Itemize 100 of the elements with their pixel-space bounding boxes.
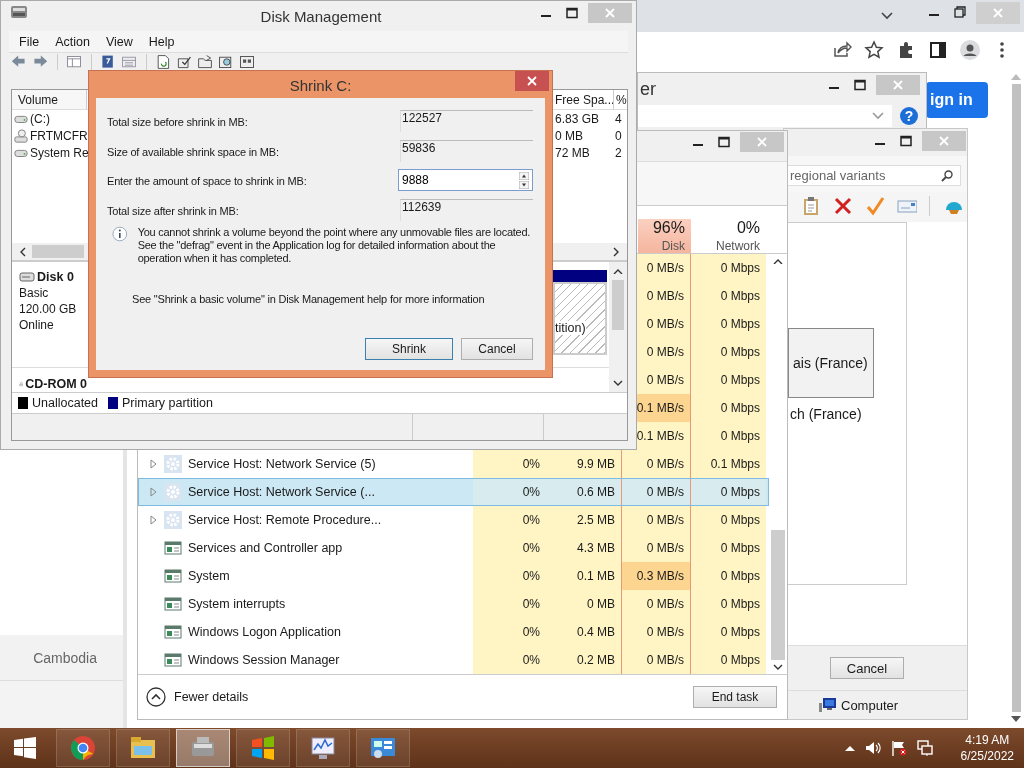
taskbar-button[interactable] [116,729,170,767]
percent-cell-text: 4 [614,110,623,127]
process-row[interactable]: Windows Session Manager 0% 0.2 MB 0 MB/s 0 Mbps [138,646,769,674]
disk-name: CD-ROM 0 [25,377,87,391]
memory-cell: 2.5 MB [546,506,621,534]
tab-search-button[interactable] [881,12,893,20]
scroll-up-icon[interactable] [773,258,783,264]
maximize-icon [566,7,578,19]
scroll-down-icon[interactable] [773,664,783,670]
help-note: See "Shrink a basic volume" in Disk Management help for more information [132,293,486,305]
flag-icon[interactable] [890,740,907,756]
taskbar-button[interactable] [236,729,290,767]
country-row[interactable]: Cambodia [0,635,123,680]
taskbar-button[interactable] [56,729,110,767]
scroll-down-icon[interactable] [1011,716,1021,722]
cpu-cell: 0% [473,618,546,646]
dialog-title: Shrink C: [289,76,352,94]
dialog-button[interactable]: Shrink [365,338,453,360]
window-icon [164,624,182,640]
scroll-left-icon[interactable] [20,246,26,257]
cpu-cell: 0% [473,506,546,534]
memory-cell: 0 MB [546,590,621,618]
refresh-page-icon[interactable] [146,53,171,70]
process-row[interactable]: System 0% 0.1 MB 0.3 MB/s 0 Mbps [138,562,769,590]
process-row[interactable]: System interrupts 0% 0 MB 0 MB/s 0 Mbps [138,590,769,618]
browser-icon [69,734,97,762]
column-header[interactable]: % [614,90,628,109]
scroll-up-icon[interactable] [613,268,623,274]
process-row[interactable]: Service Host: Network Service (... 0% 0.6 MB 0 MB/s 0 Mbps [138,478,769,506]
caret-icon[interactable] [844,745,855,751]
taskbar-button[interactable] [296,729,350,767]
process-row[interactable]: Windows Logon Application 0% 0.4 MB 0 MB/s 0 Mbps [138,618,769,646]
cancel-button[interactable]: Cancel [830,657,904,679]
taskbar-button[interactable] [356,729,410,767]
star-icon[interactable] [864,40,884,60]
help-book-icon[interactable] [91,53,116,70]
grid-page-icon[interactable] [239,53,255,70]
expand-icon[interactable] [148,515,158,525]
memory-cell: 0.6 MB [546,478,621,506]
scroll-down-icon[interactable] [613,380,623,386]
sign-in-button[interactable]: ign in [926,82,988,118]
menu-item[interactable]: Help [148,34,175,49]
process-name: Windows Session Manager [188,653,340,667]
scrollbar-thumb[interactable] [1011,84,1021,712]
scrollbar-thumb[interactable] [612,280,624,330]
network-cell: 0 Mbps [691,338,766,366]
process-name: Windows Logon Application [188,625,341,639]
side-panel-icon[interactable] [928,40,948,60]
shell-icon[interactable] [929,196,964,216]
profile-icon[interactable] [960,40,980,60]
scrollbar-thumb[interactable] [32,245,84,258]
process-row[interactable]: Services and Controller app 0% 4.3 MB 0 MB/s 0 Mbps [138,534,769,562]
column-header[interactable]: Volume [12,90,87,109]
dropdown-field[interactable] [638,105,892,127]
volume-name: FRTMCFR [30,128,88,143]
end-task-button[interactable]: End task [693,686,777,708]
disk-cell: 0 MB/s [621,618,691,646]
menu-item[interactable]: File [19,34,40,49]
cpu-cell: 0% [473,534,546,562]
clock-time[interactable]: 4:19 AM [965,732,1010,748]
language-item[interactable]: ais (France) [788,328,874,398]
language-item[interactable]: ch (France) [788,398,906,422]
column-header[interactable]: 0% Network [691,219,766,253]
cross-icon[interactable] [833,196,853,216]
number-input[interactable]: 9888 [398,169,533,191]
search-field[interactable]: regional variants [787,165,961,186]
info-message: You cannot shrink a volume beyond the point where any unmovable files are located. See the "defrag" event in the Application log for detailed information about the operation when it has completed. [137,226,532,265]
window-title: er [639,78,656,100]
scroll-right-icon[interactable] [613,246,619,257]
scrollbar-thumb[interactable] [771,530,785,660]
clipboard-icon[interactable] [801,196,821,216]
minimize-icon [929,14,939,16]
network-cell: 0 Mbps [691,562,766,590]
menu-item[interactable]: View [105,34,133,49]
gear-icon [164,511,182,529]
process-name: Service Host: Remote Procedure... [188,513,382,527]
help-button[interactable]: ? [900,107,918,125]
column-header[interactable]: 96% Disk [638,219,691,253]
close-button[interactable] [515,71,549,91]
menu-item[interactable]: Action [55,34,90,49]
dialog-button[interactable]: Cancel [461,338,533,360]
close-icon [939,136,949,146]
speaker-icon[interactable] [864,740,881,756]
process-row[interactable]: Service Host: Network Service (5) 0% 9.9 MB 0 MB/s 0.1 Mbps [138,450,769,478]
panel-icon[interactable] [57,53,82,70]
network-cell: 0 Mbps [691,618,766,646]
process-row[interactable]: Service Host: Remote Procedure... 0% 2.5 MB 0 MB/s 0 Mbps [138,506,769,534]
clock-date[interactable]: 6/25/2022 [960,748,1014,764]
folder-icon[interactable] [197,53,213,70]
network-cell: 0 Mbps [691,282,766,310]
column-header[interactable]: Free Spa... [554,90,614,109]
checkmark-icon[interactable] [865,196,885,216]
network-cell: 0 Mbps [691,422,766,450]
fewer-details-button[interactable]: Fewer details [146,687,249,707]
gear-icon [164,455,182,473]
expand-icon[interactable] [148,459,158,469]
close-icon [527,76,537,86]
partition-block[interactable]: tition) [553,282,607,355]
network-icon[interactable] [916,740,933,756]
share-icon[interactable] [832,40,852,60]
